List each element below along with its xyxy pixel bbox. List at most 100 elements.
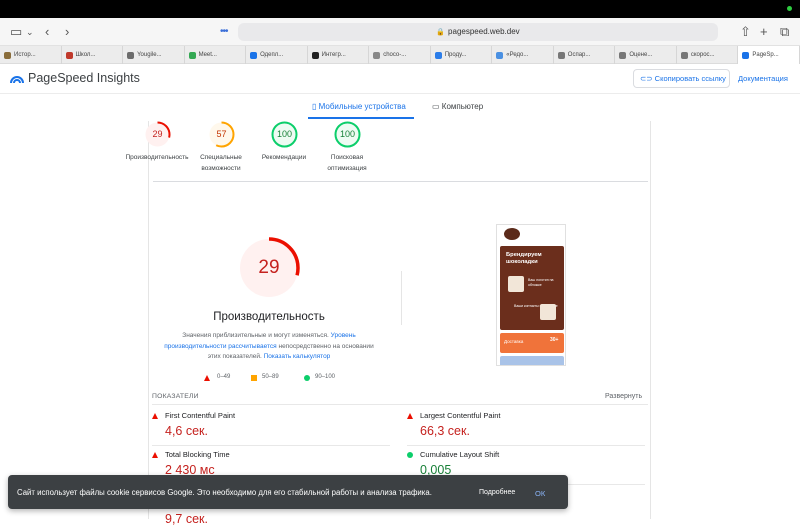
lock-icon: 🔒 bbox=[436, 29, 446, 36]
chocolate-pack-icon bbox=[508, 276, 524, 292]
metric-name: Total Blocking Time bbox=[165, 450, 230, 459]
metric-value: 66,3 сек. bbox=[420, 424, 470, 438]
browser-tab-label: Yougile... bbox=[137, 52, 162, 58]
browser-tab[interactable]: Yougile... bbox=[123, 46, 185, 64]
browser-tab[interactable]: PageSp... bbox=[738, 46, 800, 64]
browser-tab-label: choco-... bbox=[383, 52, 407, 58]
fail-triangle-icon bbox=[204, 375, 210, 381]
divider bbox=[152, 404, 648, 405]
cookie-more-link[interactable]: Подробнее bbox=[479, 489, 515, 496]
legend-average: 50–89 bbox=[262, 374, 279, 380]
monitor-icon: ▭ bbox=[432, 102, 442, 111]
browser-tab[interactable]: Школ... bbox=[62, 46, 124, 64]
metric-name: Largest Contentful Paint bbox=[420, 411, 501, 420]
screenshot-headline: Брендируем шоколадки bbox=[506, 252, 542, 265]
app-title[interactable]: PageSpeed Insights bbox=[28, 71, 140, 85]
favicon-icon bbox=[434, 51, 442, 59]
browser-tab[interactable]: Оцене... bbox=[615, 46, 677, 64]
favicon-icon bbox=[619, 51, 627, 59]
gauge-label-line: Поисковая bbox=[330, 154, 364, 161]
browser-tab-label: Школ... bbox=[75, 52, 96, 58]
tab-desktop[interactable]: ▭ Компьютер bbox=[432, 102, 483, 111]
pass-circle-icon bbox=[304, 375, 310, 381]
device-tabs: ▯ Мобильные устройства ▭ Компьютер bbox=[0, 98, 800, 120]
performance-title: Производительность bbox=[213, 311, 325, 323]
new-tab-icon[interactable]: + bbox=[760, 24, 768, 40]
gauge-label-line: оптимизация bbox=[327, 165, 367, 172]
fail-triangle-icon bbox=[152, 413, 158, 419]
browser-tab[interactable]: «Редо... bbox=[492, 46, 554, 64]
favicon-icon bbox=[680, 51, 688, 59]
expand-button[interactable]: Развернуть bbox=[605, 393, 642, 400]
score-gauge[interactable]: 100 bbox=[334, 121, 361, 148]
metric-value: 4,6 сек. bbox=[165, 424, 208, 438]
score-legend: 0–49 50–89 90–100 bbox=[201, 373, 401, 383]
metric-name: Cumulative Layout Shift bbox=[420, 450, 500, 459]
browser-tab-label: скорос... bbox=[690, 52, 715, 58]
chevron-down-icon[interactable]: ⌄ bbox=[26, 24, 34, 40]
browser-tab-label: «Редо... bbox=[506, 52, 529, 58]
divider bbox=[152, 445, 390, 446]
tab-mobile-label: Мобильные устройства bbox=[318, 102, 406, 111]
cookie-ok-button[interactable]: ОК bbox=[535, 489, 545, 498]
address-bar[interactable]: 🔒 pagespeed.web.dev bbox=[238, 23, 718, 41]
performance-score: 29 bbox=[258, 257, 280, 278]
share-icon[interactable]: ⇧ bbox=[740, 24, 751, 40]
forward-icon[interactable]: › bbox=[65, 24, 69, 40]
tab-desktop-label: Компьютер bbox=[441, 102, 484, 111]
sidebar-icon[interactable]: ▭ bbox=[10, 24, 22, 40]
phone-icon: ▯ bbox=[312, 102, 319, 111]
camera-indicator-icon bbox=[787, 6, 792, 11]
documentation-link[interactable]: Документация bbox=[738, 74, 788, 83]
favicon-icon bbox=[250, 51, 258, 59]
system-status-bar bbox=[0, 0, 800, 18]
favicon-icon bbox=[127, 51, 135, 59]
browser-tab-label: Одепл... bbox=[260, 52, 284, 58]
pagespeed-logo-icon bbox=[10, 76, 24, 84]
screenshot-banner-value: 30+ bbox=[550, 337, 559, 343]
tab-mobile[interactable]: ▯ Мобильные устройства bbox=[312, 102, 406, 111]
browser-tab-label: Meet... bbox=[198, 52, 217, 58]
browser-tab[interactable]: choco-... bbox=[369, 46, 431, 64]
score-gauge[interactable]: 57 bbox=[208, 121, 235, 148]
browser-tab-label: Проду... bbox=[444, 52, 467, 58]
tab-overview-dots-icon[interactable]: ••• bbox=[220, 27, 228, 37]
pass-circle-icon bbox=[407, 452, 413, 458]
calculator-link[interactable]: Показать калькулятор bbox=[264, 353, 331, 360]
favicon-icon bbox=[496, 51, 504, 59]
tabs-icon[interactable]: ⧉ bbox=[780, 24, 789, 40]
favicon-icon bbox=[188, 51, 196, 59]
favicon-icon bbox=[557, 51, 565, 59]
screenshot-hero: Брендируем шоколадки Ваш логотип на обло… bbox=[500, 246, 564, 330]
gauge-label: Поисковая оптимизация bbox=[302, 152, 392, 174]
screenshot-banner: Доставка 30+ bbox=[500, 333, 564, 353]
browser-tab[interactable]: Оспар... bbox=[554, 46, 616, 64]
browser-tab[interactable]: скорос... bbox=[677, 46, 739, 64]
favicon-icon bbox=[742, 51, 750, 59]
browser-tab[interactable]: Одепл... bbox=[246, 46, 308, 64]
gauge-label-line: возможности bbox=[201, 165, 241, 172]
browser-tab[interactable]: Meet... bbox=[185, 46, 247, 64]
copy-link-label: Скопировать ссылку bbox=[654, 74, 726, 83]
performance-gauge: 29 bbox=[237, 236, 301, 300]
score-gauge[interactable]: 100 bbox=[271, 121, 298, 148]
favicon-icon bbox=[4, 51, 11, 59]
legend-good: 90–100 bbox=[315, 374, 336, 380]
qr-code-icon bbox=[540, 304, 556, 320]
back-icon[interactable]: ‹ bbox=[45, 24, 49, 40]
browser-tab[interactable]: Истор... bbox=[0, 46, 62, 64]
favicon-icon bbox=[311, 51, 319, 59]
cookie-text: Сайт использует файлы cookie сервисов Go… bbox=[17, 488, 432, 497]
screenshot-banner-text: Доставка bbox=[504, 339, 524, 344]
browser-tab[interactable]: Интегр... bbox=[308, 46, 370, 64]
browser-toolbar: ▭ ⌄ ‹ › ••• 🔒 pagespeed.web.dev ⇧ + ⧉ bbox=[0, 18, 800, 46]
copy-link-button[interactable]: ⊂⊃ Скопировать ссылку bbox=[633, 69, 730, 88]
address-text: pagespeed.web.dev bbox=[448, 27, 520, 36]
divider bbox=[153, 181, 648, 182]
link-icon: ⊂⊃ bbox=[640, 74, 655, 83]
gauge-score: 100 bbox=[339, 129, 356, 139]
vertical-divider bbox=[401, 271, 402, 325]
score-gauge[interactable]: 29 bbox=[144, 121, 171, 148]
page-screenshot[interactable]: Брендируем шоколадки Ваш логотип на обло… bbox=[496, 224, 566, 366]
browser-tab[interactable]: Проду... bbox=[431, 46, 493, 64]
